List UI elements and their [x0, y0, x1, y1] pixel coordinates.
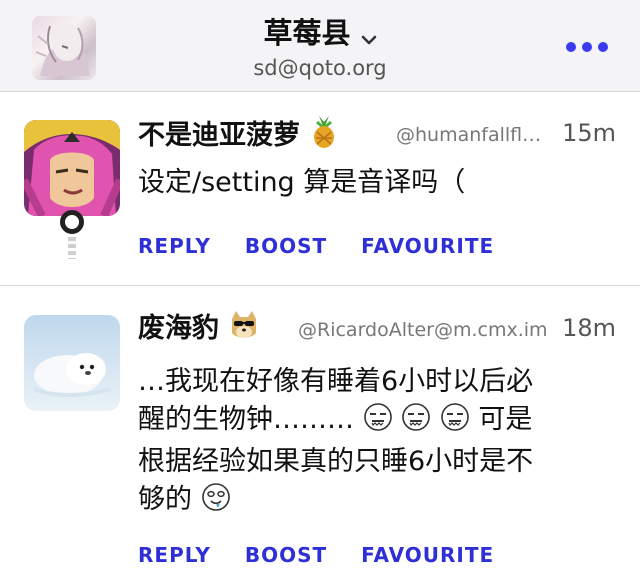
- boost-button[interactable]: BOOST: [245, 232, 327, 260]
- timeline-post[interactable]: 废海豹 @RicardoAlter@m.cmx.im 18m …我现在好像有睡着…: [0, 287, 640, 584]
- avatar[interactable]: [24, 120, 120, 216]
- favourite-button[interactable]: FAVOURITE: [361, 232, 494, 260]
- content-line: …我现在好像有睡着6小时以后必: [138, 366, 534, 397]
- thread-line: [68, 237, 76, 259]
- reply-button[interactable]: REPLY: [138, 541, 211, 569]
- account-name: 草莓县: [263, 16, 351, 50]
- post-actions: REPLY BOOST FAVOURITE: [138, 541, 528, 569]
- author-handle: @RicardoAlter@m.cmx.im: [298, 319, 548, 341]
- dot-icon: [566, 42, 576, 52]
- content-line: 根据经验如果真的只睡6小时是不: [138, 446, 534, 477]
- doge-sunglasses-icon: [228, 309, 260, 352]
- reply-button[interactable]: REPLY: [138, 232, 211, 260]
- dot-icon: [582, 42, 592, 52]
- author-handle: @humanfallflat…: [396, 124, 546, 146]
- account-switcher[interactable]: 草莓县: [0, 14, 640, 54]
- post-actions: REPLY BOOST FAVOURITE: [138, 232, 528, 260]
- display-name[interactable]: 不是迪亚菠萝: [138, 114, 339, 159]
- account-handle: sd@qoto.org: [253, 56, 387, 80]
- post-time: 18m: [562, 314, 616, 342]
- post-content: 设定/setting 算是音译吗（: [138, 167, 466, 198]
- thread-indicator-icon: [60, 210, 84, 234]
- more-options-button[interactable]: [566, 38, 608, 56]
- display-name[interactable]: 废海豹: [138, 309, 260, 352]
- sleepy-face-icon: [401, 402, 431, 443]
- drooling-face-icon: [201, 482, 231, 523]
- content-line: 醒的生物钟……… 可是: [138, 401, 624, 443]
- pineapple-icon: [309, 114, 339, 159]
- content-line: 够的: [138, 481, 624, 523]
- timeline-post[interactable]: 不是迪亚菠萝 @humanfallflat… 15m 设定/setting 算是…: [0, 92, 640, 286]
- favourite-button[interactable]: FAVOURITE: [361, 541, 494, 569]
- account-header: 草莓县 sd@qoto.org: [0, 0, 640, 92]
- sleepy-face-icon: [440, 402, 470, 443]
- post-time: 15m: [562, 119, 616, 147]
- chevron-down-icon: [361, 16, 377, 54]
- post-content: …我现在好像有睡着6小时以后必 醒的生物钟……… 可是 根据经验如果真的只睡6小…: [138, 363, 624, 523]
- avatar[interactable]: [24, 315, 120, 411]
- dot-icon: [598, 42, 608, 52]
- sleepy-face-icon: [363, 402, 393, 443]
- boost-button[interactable]: BOOST: [245, 541, 327, 569]
